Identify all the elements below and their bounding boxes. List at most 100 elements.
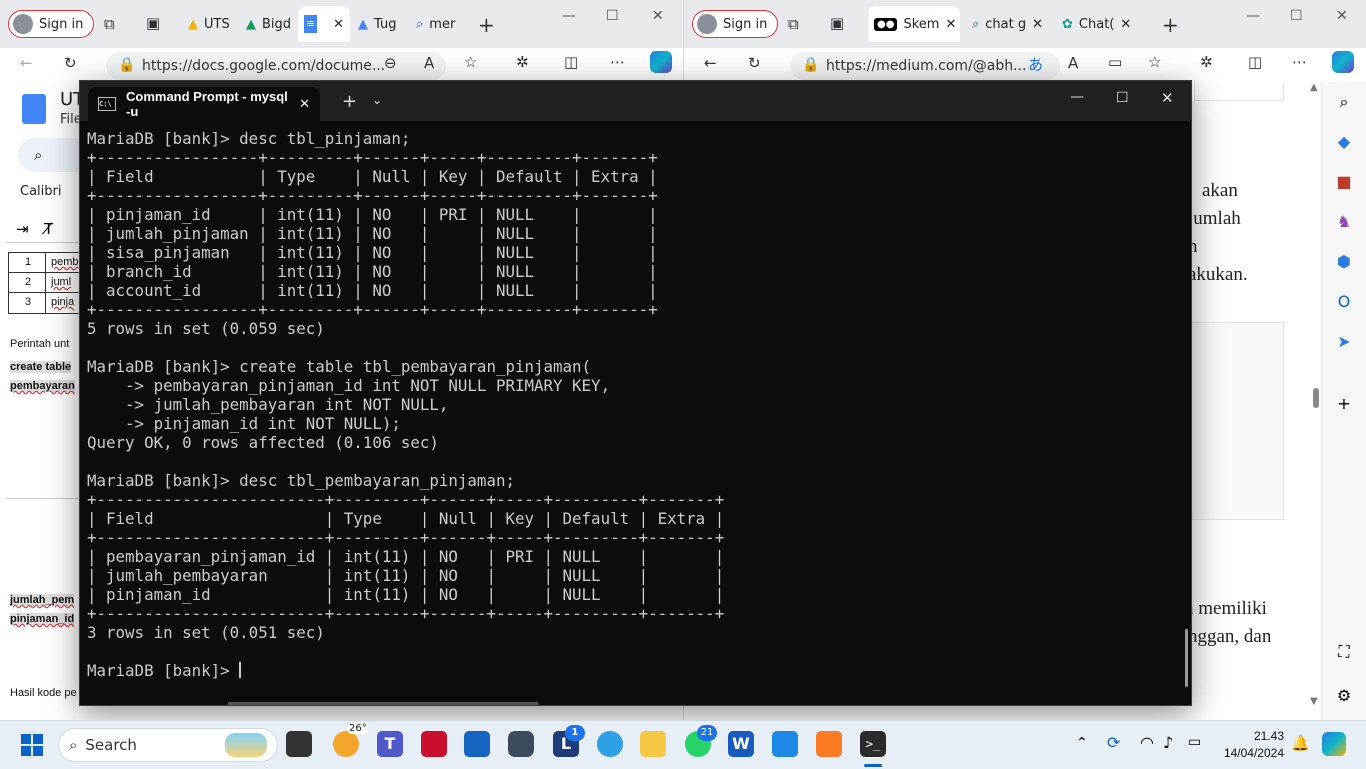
edge-browser-icon[interactable]: [597, 731, 623, 757]
tab-search[interactable]: ⌕ mer: [410, 8, 470, 40]
close-window-icon[interactable]: ✕: [1161, 89, 1174, 107]
word-icon[interactable]: W: [728, 731, 754, 757]
shopping-tag-icon[interactable]: ◆: [1334, 132, 1354, 152]
windows-start-icon[interactable]: [21, 734, 43, 756]
back-icon[interactable]: ←: [20, 54, 33, 72]
terminal-output[interactable]: MariaDB [bank]> desc tbl_pinjaman; +----…: [87, 129, 1181, 705]
command-prompt-window[interactable]: C:\ Command Prompt - mysql -u ✕ + ⌄ — ☐ …: [79, 80, 1192, 706]
more-menu-icon[interactable]: ⋯: [1292, 53, 1307, 71]
dropdown-chevron-icon[interactable]: ⌄: [372, 93, 382, 107]
microsoft-store-icon[interactable]: [464, 731, 490, 757]
terminal-app-icon[interactable]: >_: [860, 731, 886, 757]
read-aloud-icon[interactable]: A: [424, 54, 434, 72]
new-tab-icon[interactable]: +: [478, 13, 495, 37]
mcafee-icon[interactable]: [421, 731, 447, 757]
favorite-star-icon[interactable]: ☆: [1148, 53, 1161, 71]
screenshot-icon[interactable]: ⛶: [1334, 642, 1354, 662]
tab-actions-icon[interactable]: ▣: [830, 14, 844, 32]
translate-icon[interactable]: あ: [1028, 54, 1043, 75]
battery-icon[interactable]: ▭: [1188, 734, 1201, 750]
clock-time[interactable]: 21.43: [1214, 729, 1284, 743]
copilot-icon[interactable]: [650, 51, 672, 73]
minimize-icon[interactable]: —: [562, 8, 576, 24]
l-app-icon[interactable]: L 1: [553, 725, 585, 757]
scroll-down-icon[interactable]: ▼: [1310, 696, 1318, 707]
split-screen-icon[interactable]: ◫: [1248, 53, 1262, 71]
new-tab-icon[interactable]: +: [1162, 13, 1179, 37]
teams-icon[interactable]: T: [377, 731, 403, 757]
photos-icon[interactable]: [772, 731, 798, 757]
favorite-star-icon[interactable]: ☆: [464, 53, 477, 71]
sync-icon[interactable]: ⟳: [1107, 733, 1120, 752]
font-name-select[interactable]: Calibri: [20, 184, 61, 199]
close-tab-icon[interactable]: ✕: [333, 17, 344, 32]
close-tab-icon[interactable]: ✕: [1032, 17, 1043, 32]
tab-tug[interactable]: ▲ Tug: [352, 8, 410, 40]
extensions-icon[interactable]: ✲: [1200, 53, 1213, 71]
close-window-icon[interactable]: ✕: [1336, 8, 1348, 24]
extensions-icon[interactable]: ✲: [516, 53, 529, 71]
tab-medium-active[interactable]: ●● Skem ✕: [868, 6, 960, 42]
close-tab-icon[interactable]: ✕: [945, 17, 956, 32]
minimize-icon[interactable]: —: [1070, 89, 1084, 105]
notification-bell-icon[interactable]: 🔔: [1291, 734, 1310, 752]
search-icon[interactable]: ⌕: [1334, 92, 1354, 112]
outlook-icon[interactable]: O: [1334, 292, 1354, 312]
copilot-icon[interactable]: [1332, 51, 1354, 73]
tab-bigd[interactable]: ▲ Bigd: [240, 8, 298, 40]
workspaces-icon[interactable]: ⧉: [104, 15, 115, 33]
minimize-icon[interactable]: —: [1246, 8, 1260, 24]
camera-icon[interactable]: [508, 731, 534, 757]
add-sidebar-app-icon[interactable]: +: [1334, 394, 1354, 414]
close-window-icon[interactable]: ✕: [652, 8, 664, 24]
read-aloud-icon[interactable]: A: [1068, 54, 1078, 72]
maximize-icon[interactable]: ☐: [606, 8, 619, 24]
more-menu-icon[interactable]: ⋯: [610, 53, 625, 71]
volume-icon[interactable]: ♪: [1163, 733, 1173, 752]
clear-format-icon[interactable]: T̸: [44, 220, 53, 238]
workspaces-icon[interactable]: ⧉: [788, 15, 799, 33]
scroll-up-icon[interactable]: ▲: [1310, 82, 1318, 93]
weather-icon[interactable]: 26°: [333, 723, 369, 757]
right-signin-button[interactable]: Sign in: [692, 10, 779, 38]
code-embed-block: [1190, 322, 1284, 520]
maximize-icon[interactable]: ☐: [1290, 8, 1303, 24]
xampp-icon[interactable]: [816, 731, 842, 757]
copilot-pre-icon[interactable]: [1322, 732, 1346, 756]
settings-gear-icon[interactable]: ⚙: [1334, 686, 1354, 706]
refresh-icon[interactable]: ↻: [64, 54, 77, 72]
tab-docs-active[interactable]: ≡ ✕: [298, 6, 350, 42]
new-terminal-tab-icon[interactable]: +: [342, 91, 357, 112]
split-screen-icon[interactable]: ◫: [564, 53, 578, 71]
indent-icon[interactable]: ⇥: [16, 220, 29, 238]
zoom-icon[interactable]: ⊖: [384, 54, 397, 72]
wifi-icon[interactable]: ◠: [1140, 733, 1154, 752]
tools-icon[interactable]: ■: [1334, 172, 1354, 192]
whatsapp-icon[interactable]: 21: [685, 725, 717, 757]
back-icon[interactable]: ←: [704, 54, 717, 72]
refresh-icon[interactable]: ↻: [748, 54, 761, 72]
close-tab-icon[interactable]: ✕: [1120, 17, 1131, 32]
show-hidden-icons-chevron[interactable]: ⌃: [1076, 735, 1088, 751]
games-icon[interactable]: ♞: [1334, 212, 1354, 232]
send-icon[interactable]: ➤: [1334, 332, 1354, 352]
file-explorer-icon[interactable]: [640, 731, 666, 757]
tab-chatgpt[interactable]: ✿ Chat( ✕: [1056, 8, 1142, 40]
taskbar-search-box[interactable]: ⌕ Search: [58, 728, 278, 762]
tab-chat-search[interactable]: ⌕ chat g ✕: [966, 8, 1050, 40]
tab-uts[interactable]: ▲ UTS: [182, 8, 240, 40]
close-tab-icon[interactable]: ✕: [299, 96, 310, 112]
right-url-field[interactable]: 🔒 https://medium.com/@abh...: [790, 52, 1060, 80]
immersive-reader-icon[interactable]: ▭: [1108, 53, 1122, 71]
tab-actions-icon[interactable]: ▣: [146, 14, 160, 32]
docs-logo-icon[interactable]: [22, 94, 46, 124]
horizontal-scrollbar[interactable]: [228, 702, 538, 705]
terminal-tab[interactable]: C:\ Command Prompt - mysql -u ✕: [88, 87, 320, 121]
left-signin-button[interactable]: Sign in: [8, 10, 95, 38]
microsoft365-icon[interactable]: ⬢: [1334, 252, 1354, 272]
scrollbar-thumb[interactable]: [1313, 388, 1319, 408]
terminal-scrollbar[interactable]: [1185, 629, 1188, 687]
task-view-icon[interactable]: [286, 731, 312, 757]
maximize-icon[interactable]: ☐: [1116, 90, 1129, 106]
clock-date[interactable]: 14/04/2024: [1214, 746, 1284, 760]
